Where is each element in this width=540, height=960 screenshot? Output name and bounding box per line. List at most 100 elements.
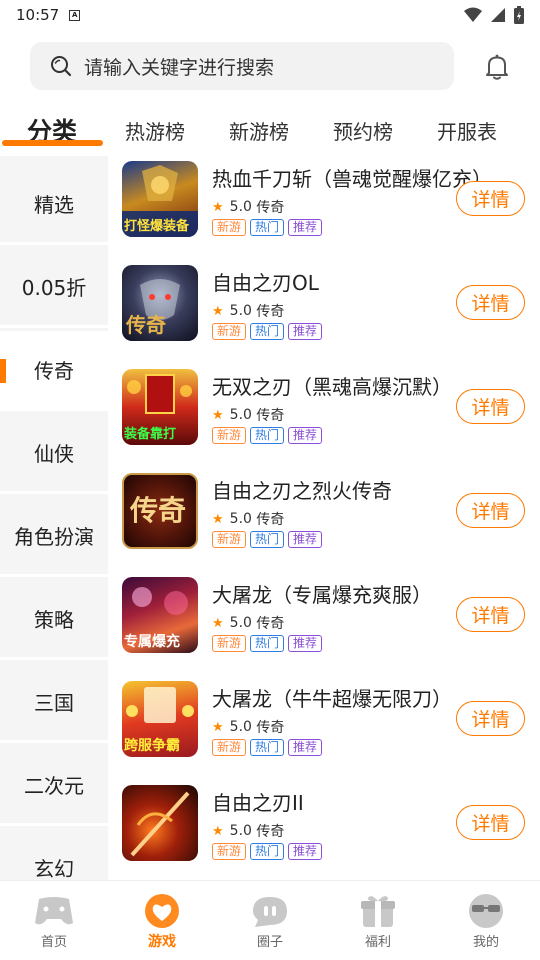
- category-item-featured[interactable]: 精选: [0, 165, 108, 245]
- game-tags: 新游 热门 推荐: [212, 739, 323, 756]
- star-icon: ★: [212, 407, 224, 423]
- tab-hot-games[interactable]: 热游榜: [125, 116, 185, 145]
- game-cover-text: 装备靠打: [124, 427, 177, 442]
- star-icon: ★: [212, 823, 224, 839]
- game-meta: ★ 5.0 传奇: [212, 197, 284, 217]
- nav-label: 福利: [364, 935, 391, 950]
- game-rating: 5.0: [229, 199, 252, 215]
- tag-new: 新游: [212, 323, 247, 340]
- game-title: 无双之刃（黑魂高爆沉默）: [212, 375, 452, 399]
- game-title: 大屠龙（专属爆充爽服）: [212, 583, 432, 607]
- game-cover-image[interactable]: 打怪爆装备: [122, 161, 198, 237]
- chat-bubble-icon: [253, 897, 287, 927]
- game-cover-text: 传奇: [126, 313, 166, 337]
- tag-recommended: 推荐: [288, 427, 323, 444]
- tag-new: 新游: [212, 739, 247, 756]
- game-cover-image[interactable]: 专属爆充: [122, 577, 198, 653]
- game-title: 大屠龙（牛牛超爆无限刀）: [212, 687, 452, 711]
- game-cover-image[interactable]: [122, 785, 198, 861]
- search-bar[interactable]: 请输入关键字进行搜索: [30, 42, 454, 90]
- category-item-xianxia[interactable]: 仙侠: [0, 414, 108, 494]
- category-item-anime[interactable]: 二次元: [0, 746, 108, 826]
- category-sidebar: 精选 0.05折 传奇 仙侠 角色扮演 策略 三国 二次元 玄幻: [0, 156, 108, 880]
- nav-item-games[interactable]: 游戏: [108, 881, 216, 960]
- nav-label: 游戏: [148, 934, 176, 950]
- game-list-item[interactable]: 打怪爆装备 热血千刀斩（兽魂觉醒爆亿充） ★ 5.0 传奇 新游 热门 推荐 详情: [108, 161, 540, 265]
- category-label: 三国: [34, 691, 74, 715]
- game-rating: 5.0: [229, 303, 252, 319]
- tag-recommended: 推荐: [288, 219, 323, 236]
- detail-button[interactable]: 详情: [456, 597, 525, 632]
- tag-hot: 热门: [250, 323, 285, 340]
- nav-item-home[interactable]: 首页: [0, 881, 108, 960]
- game-list-item[interactable]: 专属爆充 大屠龙（专属爆充爽服） ★ 5.0 传奇 新游 热门 推荐 详情: [108, 577, 540, 681]
- search-icon: [51, 56, 72, 77]
- category-label: 角色扮演: [14, 525, 94, 549]
- game-genre: 传奇: [256, 616, 285, 632]
- game-title: 自由之刃之烈火传奇: [212, 479, 392, 503]
- status-time: 10:57: [16, 6, 60, 24]
- tab-reservation[interactable]: 预约榜: [333, 116, 393, 145]
- search-input[interactable]: 请输入关键字进行搜索: [84, 53, 274, 80]
- detail-button[interactable]: 详情: [456, 389, 525, 424]
- tag-recommended: 推荐: [288, 635, 323, 652]
- game-cover-image[interactable]: 传奇: [122, 265, 198, 341]
- game-rating: 5.0: [229, 407, 252, 423]
- tag-hot: 热门: [250, 531, 285, 548]
- game-list-item[interactable]: 传奇 自由之刃之烈火传奇 ★ 5.0 传奇 新游 热门 推荐 详情: [108, 473, 540, 577]
- category-item-rpg[interactable]: 角色扮演: [0, 497, 108, 577]
- game-genre: 传奇: [256, 824, 285, 840]
- category-label: 策略: [34, 608, 74, 632]
- category-item-legend[interactable]: 传奇: [0, 331, 108, 411]
- active-category-indicator: [0, 359, 6, 383]
- battery-icon: [514, 6, 524, 24]
- game-cover-image[interactable]: 跨服争霸: [122, 681, 198, 757]
- game-rating: 5.0: [229, 511, 252, 527]
- nav-label: 圈子: [256, 935, 283, 950]
- detail-button[interactable]: 详情: [456, 285, 525, 320]
- wifi-icon: [464, 7, 482, 22]
- nav-item-profile[interactable]: 我的: [432, 881, 540, 960]
- category-item-discount[interactable]: 0.05折: [0, 248, 108, 328]
- bottom-nav: 首页 游戏 圈子 福利 我的: [0, 880, 540, 960]
- game-list-item[interactable]: 跨服争霸 大屠龙（牛牛超爆无限刀） ★ 5.0 传奇 新游 热门 推荐 详情: [108, 681, 540, 785]
- game-meta: ★ 5.0 传奇: [212, 405, 284, 425]
- nav-item-welfare[interactable]: 福利: [324, 881, 432, 960]
- active-tab-indicator: [2, 140, 103, 146]
- tag-hot: 热门: [250, 635, 285, 652]
- game-list-item[interactable]: 自由之刃II ★ 5.0 传奇 新游 热门 推荐 详情: [108, 785, 540, 889]
- category-item-three-kingdoms[interactable]: 三国: [0, 663, 108, 743]
- game-list-item[interactable]: 传奇 自由之刃OL ★ 5.0 传奇 新游 热门 推荐 详情: [108, 265, 540, 369]
- game-rating: 5.0: [229, 719, 252, 735]
- category-label: 仙侠: [34, 442, 74, 466]
- nav-item-circle[interactable]: 圈子: [216, 881, 324, 960]
- tab-server-list[interactable]: 开服表: [437, 116, 497, 145]
- game-list-item[interactable]: 装备靠打 无双之刃（黑魂高爆沉默） ★ 5.0 传奇 新游 热门 推荐 详情: [108, 369, 540, 473]
- game-title: 热血千刀斩（兽魂觉醒爆亿充）: [212, 167, 492, 191]
- status-icons: [464, 6, 524, 24]
- detail-button[interactable]: 详情: [456, 181, 525, 216]
- game-cover-image[interactable]: 传奇: [122, 473, 198, 549]
- game-tags: 新游 热门 推荐: [212, 531, 323, 548]
- game-genre: 传奇: [256, 512, 285, 528]
- category-item-strategy[interactable]: 策略: [0, 580, 108, 660]
- tag-hot: 热门: [250, 739, 285, 756]
- game-cover-image[interactable]: 装备靠打: [122, 369, 198, 445]
- bell-icon[interactable]: [482, 52, 512, 82]
- tag-new: 新游: [212, 843, 247, 860]
- star-icon: ★: [212, 615, 224, 631]
- game-tags: 新游 热门 推荐: [212, 219, 323, 236]
- tab-new-games[interactable]: 新游榜: [229, 116, 289, 145]
- category-label: 0.05折: [21, 276, 87, 300]
- signal-icon: [491, 8, 505, 22]
- category-item-fantasy[interactable]: 玄幻: [0, 829, 108, 880]
- detail-button[interactable]: 详情: [456, 701, 525, 736]
- nav-label: 我的: [472, 935, 499, 950]
- star-icon: ★: [212, 511, 224, 527]
- game-genre: 传奇: [256, 200, 285, 216]
- detail-button[interactable]: 详情: [456, 493, 525, 528]
- game-meta: ★ 5.0 传奇: [212, 717, 284, 737]
- game-rating: 5.0: [229, 823, 252, 839]
- detail-button[interactable]: 详情: [456, 805, 525, 840]
- face-sunglasses-icon: [469, 894, 503, 928]
